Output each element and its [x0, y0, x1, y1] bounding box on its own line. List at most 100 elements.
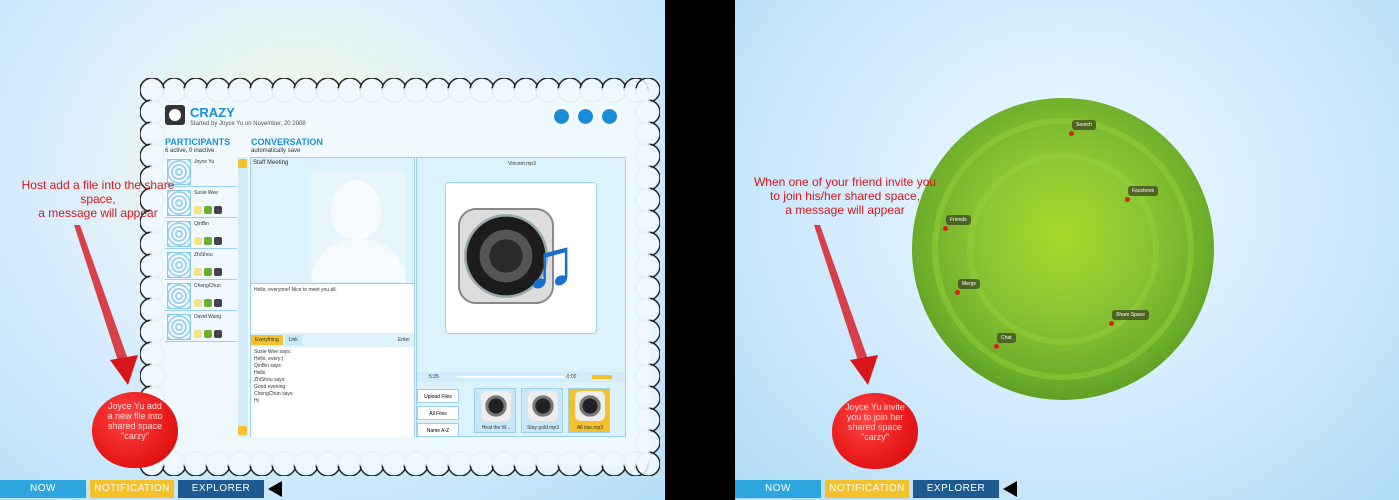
camera-icon[interactable]	[214, 268, 222, 276]
explorer-globe: Search Facebook Friends Merge Share Spac…	[912, 98, 1214, 400]
media-panel: Vincent.mp3 ♫ 5:35 -0:00 Upload Files Al…	[416, 157, 626, 437]
globe-item-facebook[interactable]: Facebook	[1125, 186, 1158, 202]
annotation-arrow	[814, 225, 878, 385]
bottom-nav: NOW NOTIFICATION EXPLORER	[0, 480, 282, 498]
file-thumb[interactable]: Stay gold.mp3	[521, 388, 563, 433]
notification-bubble[interactable]: Joyce Yu add a new file into shared spac…	[92, 392, 178, 468]
file-icon[interactable]	[194, 330, 202, 338]
file-icon[interactable]	[194, 299, 202, 307]
tab-notification[interactable]: NOTIFICATION	[90, 480, 174, 498]
participant-avatar	[167, 314, 191, 340]
file-icon[interactable]	[194, 206, 202, 214]
tab-now[interactable]: NOW	[735, 480, 821, 498]
globe-item-merge[interactable]: Merge	[954, 279, 981, 295]
host-annotation: Host add a file into the share space, a …	[21, 178, 175, 220]
participant-name: ChengChun	[194, 283, 221, 289]
participant-row[interactable]: David Wang	[165, 312, 237, 342]
sort-name-button[interactable]: Name A-Z	[417, 423, 459, 437]
close-icon[interactable]	[576, 107, 595, 126]
video-silhouette	[311, 172, 406, 282]
heart-icon[interactable]	[600, 107, 619, 126]
globe-item-share-space[interactable]: Share Space	[1109, 310, 1149, 326]
filter-link[interactable]: Link	[284, 335, 302, 345]
phone-icon[interactable]	[204, 206, 212, 214]
participants-count: 6 active, 0 inactive	[165, 148, 215, 154]
media-preview: ♫	[445, 182, 597, 334]
file-label: All rise.mp3	[576, 425, 604, 431]
participants-heading: PARTICIPANTS	[165, 137, 231, 147]
progress-bar[interactable]	[457, 376, 577, 378]
volume-slider[interactable]	[592, 375, 612, 379]
message-text: Hello, everyone! Nice to meet you all.	[254, 287, 337, 293]
back-arrow-icon[interactable]	[268, 481, 282, 497]
file-actions: Upload Files All Files Name A-Z	[417, 386, 459, 440]
camera-icon[interactable]	[214, 330, 222, 338]
participant-name: David Wang	[194, 314, 222, 320]
conversation-panel: Staff Meeting Hello, everyone! Nice to m…	[250, 157, 415, 437]
participant-name: ZhiShou	[194, 252, 213, 258]
participant-name: Joyce Yu	[194, 159, 215, 165]
tools-icon[interactable]	[552, 107, 571, 126]
phone-icon[interactable]	[204, 237, 212, 245]
music-note-icon: ♫	[524, 224, 577, 302]
media-title: Vincent.mp3	[508, 161, 536, 167]
all-files-button[interactable]: All Files	[417, 406, 459, 420]
bottom-nav: NOW NOTIFICATION EXPLORER	[735, 480, 1017, 498]
participant-row[interactable]: QinBin	[165, 219, 237, 249]
back-arrow-icon[interactable]	[1003, 481, 1017, 497]
invite-annotation: When one of your friend invite you to jo…	[753, 175, 937, 217]
participant-row[interactable]: ZhiShou	[165, 250, 237, 280]
file-label: Stay gold.mp3	[527, 425, 559, 431]
space-avatar	[165, 105, 185, 125]
tab-now[interactable]: NOW	[0, 480, 86, 498]
tab-explorer[interactable]: EXPLORER	[913, 480, 999, 498]
phone-icon[interactable]	[204, 268, 212, 276]
phone-icon[interactable]	[204, 330, 212, 338]
scroll-up-icon[interactable]	[238, 159, 247, 168]
participants-scrollbar[interactable]	[238, 157, 248, 437]
conversation-heading: CONVERSATION	[251, 137, 323, 147]
right-screen: Search Facebook Friends Merge Share Spac…	[735, 0, 1399, 500]
chat-log: Susie Wee says: Hello, every:) QinBin sa…	[251, 347, 414, 437]
file-thumb[interactable]: Heal the W...	[474, 388, 516, 433]
audio-file-icon	[575, 391, 605, 421]
camera-icon[interactable]	[214, 206, 222, 214]
upload-files-button[interactable]: Upload Files	[417, 389, 459, 403]
participant-name: Susie Wee	[194, 190, 219, 196]
filter-everything[interactable]: Everything	[251, 335, 283, 345]
message-input[interactable]: Hello, everyone! Nice to meet you all.	[251, 283, 414, 333]
participant-avatar	[167, 283, 191, 309]
globe-item-chat[interactable]: Chat	[994, 333, 1016, 349]
chat-line: Hi	[254, 398, 259, 404]
media-player[interactable]: 5:35 -0:00	[417, 372, 625, 382]
chat-line: Hello, every:)	[254, 356, 284, 362]
globe-item-search[interactable]: Search	[1069, 120, 1096, 136]
file-label: Heal the W...	[481, 425, 511, 431]
participant-name: QinBin	[194, 221, 210, 227]
left-screen: CRAZY Started by Joyce Yu on November, 2…	[0, 0, 665, 500]
audio-file-icon	[481, 391, 511, 421]
chat-line: Susie Wee says:	[254, 349, 292, 355]
tab-notification[interactable]: NOTIFICATION	[825, 480, 909, 498]
tab-explorer[interactable]: EXPLORER	[178, 480, 264, 498]
phone-icon[interactable]	[204, 299, 212, 307]
scroll-down-icon[interactable]	[238, 426, 247, 435]
annotation-arrow	[74, 225, 138, 385]
staff-meeting-label: Staff Meeting	[253, 160, 289, 166]
space-title: CRAZY	[190, 105, 235, 120]
camera-icon[interactable]	[214, 299, 222, 307]
chat-line: Hello	[254, 370, 266, 376]
chat-filters: Everything Link Enter	[251, 335, 414, 345]
enter-button[interactable]: Enter	[394, 335, 414, 345]
camera-icon[interactable]	[214, 237, 222, 245]
invite-bubble[interactable]: Joyce Yu invite you to join her shared s…	[832, 393, 918, 469]
audio-file-icon	[528, 391, 558, 421]
participant-row[interactable]: ChengChun	[165, 281, 237, 311]
time-elapsed: 5:35	[429, 374, 439, 380]
file-icon[interactable]	[194, 268, 202, 276]
file-icon[interactable]	[194, 237, 202, 245]
chat-line: ChengChun says:	[254, 391, 294, 397]
chat-line: QinBin says:	[254, 363, 283, 369]
file-thumb-selected[interactable]: All rise.mp3	[568, 388, 610, 433]
time-remaining: -0:00	[565, 374, 577, 380]
